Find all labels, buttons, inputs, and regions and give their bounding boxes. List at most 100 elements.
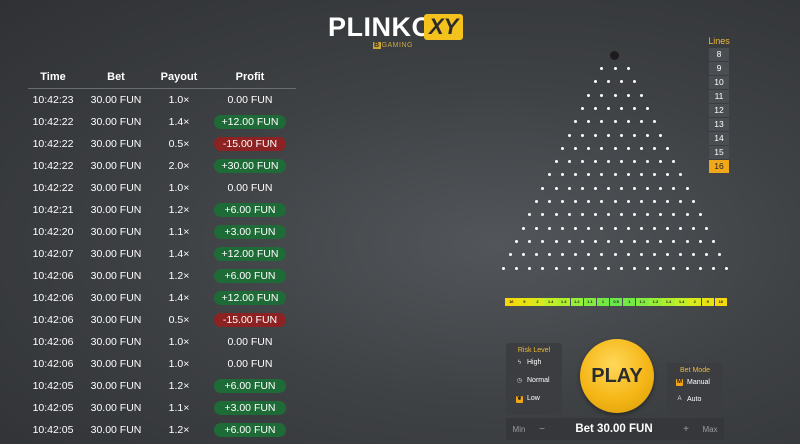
peg <box>679 253 682 257</box>
row-profit: 0.00 FUN <box>227 182 273 194</box>
peg <box>567 133 571 137</box>
peg <box>606 213 610 217</box>
peg <box>626 173 630 177</box>
peg <box>626 226 630 230</box>
peg <box>580 133 584 137</box>
plinko-board <box>500 50 730 310</box>
bet-amount: Bet 30.00 FUN <box>575 423 653 435</box>
min-bet-button[interactable]: Min <box>506 425 532 434</box>
peg <box>554 239 558 243</box>
row-time: 10:42:06 <box>32 270 74 282</box>
lines-options: 8 9 10 11 12 13 14 15 16 <box>707 47 731 173</box>
peg <box>659 266 663 270</box>
peg <box>574 226 578 230</box>
row-bet: 30.00 FUN <box>90 380 142 392</box>
lines-option-12[interactable]: 12 <box>709 103 729 117</box>
row-profit: 0.00 FUN <box>227 94 273 106</box>
row-time: 10:42:23 <box>32 94 74 106</box>
peg <box>528 239 532 243</box>
row-profit-cell: -15.00 FUN <box>204 137 296 151</box>
row-profit: +12.00 FUN <box>214 291 286 305</box>
peg <box>613 67 617 70</box>
peg <box>587 120 591 124</box>
row-bet: 30.00 FUN <box>90 336 142 348</box>
peg <box>705 253 709 257</box>
peg <box>580 213 584 217</box>
row-bet: 30.00 FUN <box>90 424 142 436</box>
peg <box>561 146 565 150</box>
history-row: 10:42:22 30.00 FUN 0.5× -15.00 FUN <box>28 133 296 155</box>
risk-normal[interactable]: ◷ Normal <box>506 372 562 390</box>
peg <box>679 200 682 203</box>
peg <box>652 146 656 150</box>
risk-high[interactable]: ϟ High <box>506 354 562 372</box>
row-payout: 1.4× <box>168 116 190 128</box>
peg <box>639 120 643 124</box>
lines-option-10[interactable]: 10 <box>709 75 729 89</box>
peg <box>626 200 630 203</box>
peg <box>554 213 558 217</box>
peg <box>620 213 624 217</box>
peg <box>633 160 637 164</box>
peg <box>659 213 663 217</box>
row-bet: 30.00 FUN <box>90 160 142 172</box>
play-button[interactable]: PLAY <box>580 339 654 413</box>
row-profit: +6.00 FUN <box>214 203 286 217</box>
betmode-manual[interactable]: M Manual <box>667 374 723 391</box>
lines-option-13[interactable]: 13 <box>709 117 729 131</box>
auto-badge-icon: A <box>677 396 682 402</box>
peg <box>600 200 604 203</box>
decrease-bet-button[interactable]: − <box>532 424 552 435</box>
row-payout: 1.0× <box>168 358 190 370</box>
multiplier-slot: 1.2 <box>649 298 662 306</box>
row-payout: 1.0× <box>168 182 190 194</box>
peg <box>534 200 538 203</box>
peg <box>593 133 597 137</box>
row-bet: 30.00 FUN <box>90 204 142 216</box>
peg <box>633 239 637 243</box>
row-payout: 1.4× <box>168 292 190 304</box>
peg <box>580 160 584 164</box>
row-bet: 30.00 FUN <box>90 116 142 128</box>
lines-option-16[interactable]: 16 <box>709 159 729 173</box>
increase-bet-button[interactable]: + <box>676 424 696 435</box>
multiplier-slot: 1.2 <box>570 298 584 306</box>
row-profit-cell: 0.00 FUN <box>204 181 296 195</box>
peg <box>600 173 604 177</box>
peg <box>613 146 617 150</box>
peg <box>593 266 597 270</box>
peg <box>646 239 650 243</box>
history-row: 10:42:06 30.00 FUN 1.0× 0.00 FUN <box>28 331 296 353</box>
lines-option-8[interactable]: 8 <box>709 47 729 61</box>
peg <box>561 173 565 177</box>
peg <box>548 200 551 203</box>
lines-option-15[interactable]: 15 <box>709 145 729 159</box>
peg <box>548 226 551 230</box>
peg <box>515 266 519 270</box>
peg <box>600 67 604 70</box>
peg <box>587 173 591 177</box>
betmode-auto[interactable]: A Auto <box>667 391 723 408</box>
peg <box>639 146 643 150</box>
peg <box>626 146 630 150</box>
row-profit-cell: +6.00 FUN <box>204 269 296 283</box>
peg <box>606 186 610 190</box>
lines-option-14[interactable]: 14 <box>709 131 729 145</box>
multiplier-slot: 9 <box>701 298 715 306</box>
lines-option-9[interactable]: 9 <box>709 61 729 75</box>
max-bet-button[interactable]: Max <box>696 425 724 434</box>
peg <box>613 173 617 177</box>
peg <box>646 133 650 137</box>
peg <box>646 106 650 110</box>
peg <box>620 160 624 164</box>
peg <box>541 186 545 190</box>
peg <box>672 266 676 270</box>
peg <box>613 93 617 97</box>
row-time: 10:42:22 <box>32 138 74 150</box>
multiplier-slot: 16 <box>714 298 728 306</box>
risk-low[interactable]: ❦ Low <box>506 390 562 408</box>
peg <box>508 253 512 257</box>
multiplier-slot: 2 <box>688 298 701 306</box>
multiplier-slot: 1.4 <box>662 298 675 306</box>
lines-option-11[interactable]: 11 <box>709 89 729 103</box>
